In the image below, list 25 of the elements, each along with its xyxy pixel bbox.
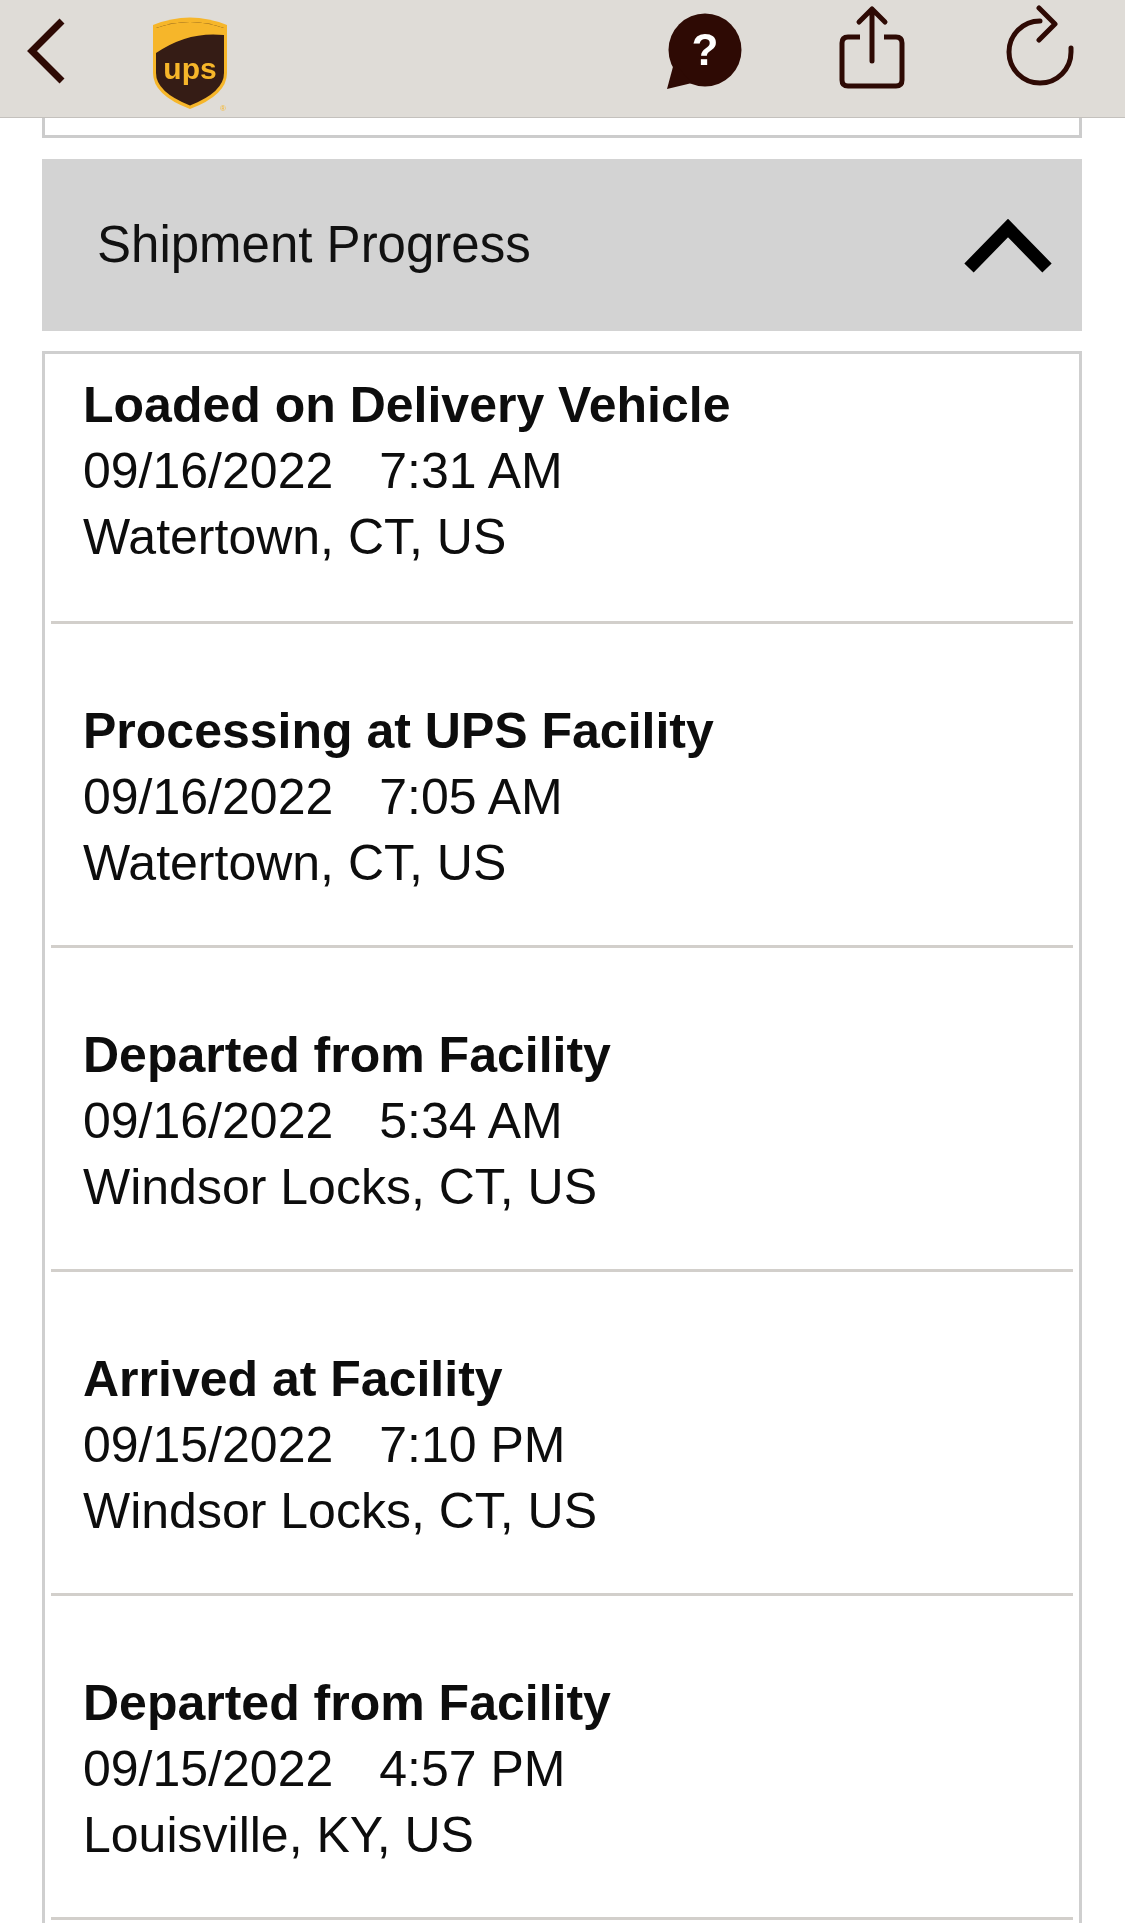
event-status: Departed from Facility — [83, 1026, 611, 1085]
event-time: 4:57 PM — [379, 1740, 566, 1799]
event-location: Windsor Locks, CT, US — [83, 1482, 597, 1541]
event-status: Departed from Facility — [83, 1674, 611, 1733]
event-status: Arrived at Facility — [83, 1350, 503, 1409]
event-status: Processing at UPS Facility — [83, 702, 714, 761]
share-icon[interactable] — [839, 5, 905, 89]
event-location: Watertown, CT, US — [83, 508, 507, 567]
event-date: 09/16/2022 — [83, 1092, 334, 1151]
event-status: Loaded on Delivery Vehicle — [83, 376, 731, 435]
event-date: 09/15/2022 — [83, 1416, 334, 1475]
event-time: 7:05 AM — [379, 768, 563, 827]
event-date: 09/15/2022 — [83, 1740, 334, 1799]
refresh-icon[interactable] — [1006, 5, 1074, 87]
event-location: Louisville, KY, US — [83, 1806, 474, 1865]
event-time: 5:34 AM — [379, 1092, 563, 1151]
event-time: 7:31 AM — [379, 442, 563, 501]
event-location: Windsor Locks, CT, US — [83, 1158, 597, 1217]
section-header[interactable]: Shipment Progress — [42, 159, 1082, 331]
event-time: 7:10 PM — [379, 1416, 566, 1475]
help-icon[interactable]: ? — [666, 13, 742, 90]
event-location: Watertown, CT, US — [83, 834, 507, 893]
back-icon[interactable] — [26, 18, 66, 84]
event-date: 09/16/2022 — [83, 442, 334, 501]
event-date: 09/16/2022 — [83, 768, 334, 827]
